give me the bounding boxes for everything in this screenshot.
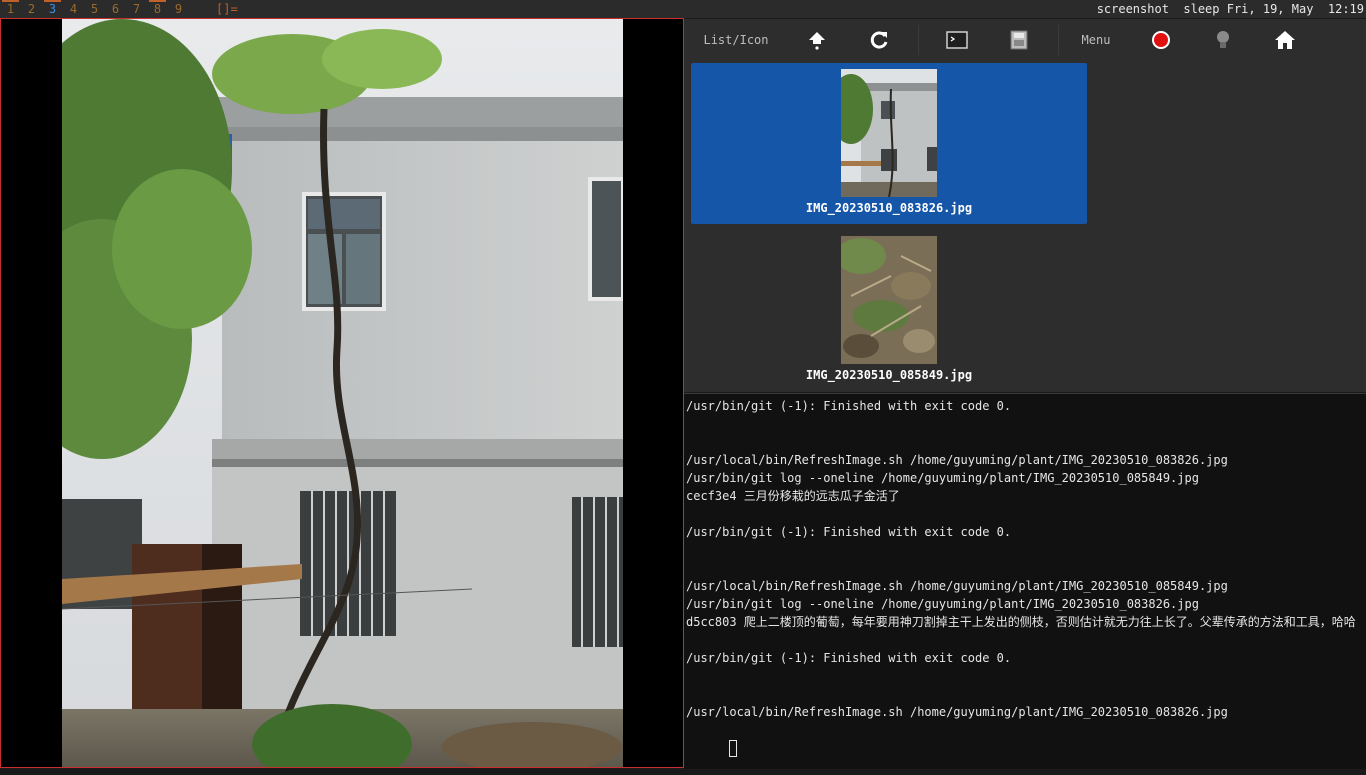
terminal-line: cecf3e4 三月份移栽的远志瓜子金活了	[686, 489, 900, 503]
terminal-icon	[946, 31, 968, 49]
record-button[interactable]	[1146, 19, 1176, 61]
file-thumbnail	[841, 69, 937, 197]
menu-button[interactable]: Menu	[1076, 19, 1116, 61]
file-thumbnail	[841, 236, 937, 364]
workspace-4[interactable]: 4	[63, 0, 84, 18]
workspace-list: 1 2 3 4 5 6 7 8 9	[0, 0, 189, 18]
file-name: IMG_20230510_085849.jpg	[805, 368, 973, 382]
terminal-prompt-line	[686, 721, 1362, 775]
refresh-icon	[870, 31, 888, 49]
terminal-line: /usr/bin/git log --oneline /home/guyumin…	[686, 471, 1199, 485]
image-viewer	[0, 18, 684, 768]
file-item-selected[interactable]: IMG_20230510_083826.jpg	[691, 63, 1087, 224]
top-status-bar: 1 2 3 4 5 6 7 8 9 []= screenshot sleep F…	[0, 0, 1366, 18]
file-item[interactable]: IMG_20230510_085849.jpg	[691, 230, 1087, 391]
terminal-line: /usr/bin/git (-1): Finished with exit co…	[686, 399, 1012, 413]
list-icon-label: List/Icon	[703, 33, 769, 47]
file-manager-toolbar: List/Icon Menu	[684, 19, 1366, 61]
workspace-6[interactable]: 6	[105, 0, 126, 18]
terminal-line: d5cc803 爬上二楼顶的葡萄，每年要用神刀割掉主干上发出的侧枝，否则估计就无…	[686, 615, 1356, 629]
toolbar-divider	[1058, 25, 1059, 55]
terminal-line: /usr/local/bin/RefreshImage.sh /home/guy…	[686, 453, 1228, 467]
building-photo	[62, 19, 623, 767]
workspace-9[interactable]: 9	[168, 0, 189, 18]
bulb-button[interactable]	[1208, 19, 1238, 61]
menu-label: Menu	[1081, 33, 1111, 47]
save-button[interactable]	[1004, 19, 1034, 61]
terminal-line: /usr/local/bin/RefreshImage.sh /home/guy…	[686, 705, 1228, 719]
workspace-1[interactable]: 1	[0, 0, 21, 18]
refresh-button[interactable]	[864, 19, 894, 61]
terminal-line: /usr/local/bin/RefreshImage.sh /home/guy…	[686, 579, 1228, 593]
up-icon	[809, 32, 825, 50]
home-icon	[1275, 31, 1295, 49]
bulb-icon	[1217, 31, 1229, 48]
terminal-lines: /usr/bin/git (-1): Finished with exit co…	[686, 397, 1362, 775]
record-icon	[1152, 31, 1170, 49]
workspace-7[interactable]: 7	[126, 0, 147, 18]
terminal-line: /usr/bin/git (-1): Finished with exit co…	[686, 525, 1012, 539]
file-manager: List/Icon Menu IMG_20230510_083826.jpg I…	[684, 19, 1366, 392]
file-name: IMG_20230510_083826.jpg	[805, 201, 973, 215]
save-icon	[1010, 30, 1028, 50]
toolbar-divider	[918, 25, 919, 55]
terminal-line: /usr/bin/git log --oneline /home/guyumin…	[686, 597, 1199, 611]
terminal-output[interactable]: /usr/bin/git (-1): Finished with exit co…	[684, 393, 1366, 769]
terminal-cursor	[729, 740, 738, 757]
home-button[interactable]	[1270, 19, 1300, 61]
terminal-line: /usr/bin/git (-1): Finished with exit co…	[686, 651, 1012, 665]
layout-indicator[interactable]: []=	[216, 0, 238, 18]
workspace-8[interactable]: 8	[147, 0, 168, 18]
terminal-button[interactable]	[942, 19, 972, 61]
status-text: screenshot sleep Fri, 19, May 12:19	[1096, 2, 1364, 16]
workspace-5[interactable]: 5	[84, 0, 105, 18]
workspace-3[interactable]: 3	[42, 0, 63, 18]
up-button[interactable]	[802, 19, 832, 61]
list-icon-toggle-button[interactable]: List/Icon	[698, 19, 774, 61]
workspace-2[interactable]: 2	[21, 0, 42, 18]
